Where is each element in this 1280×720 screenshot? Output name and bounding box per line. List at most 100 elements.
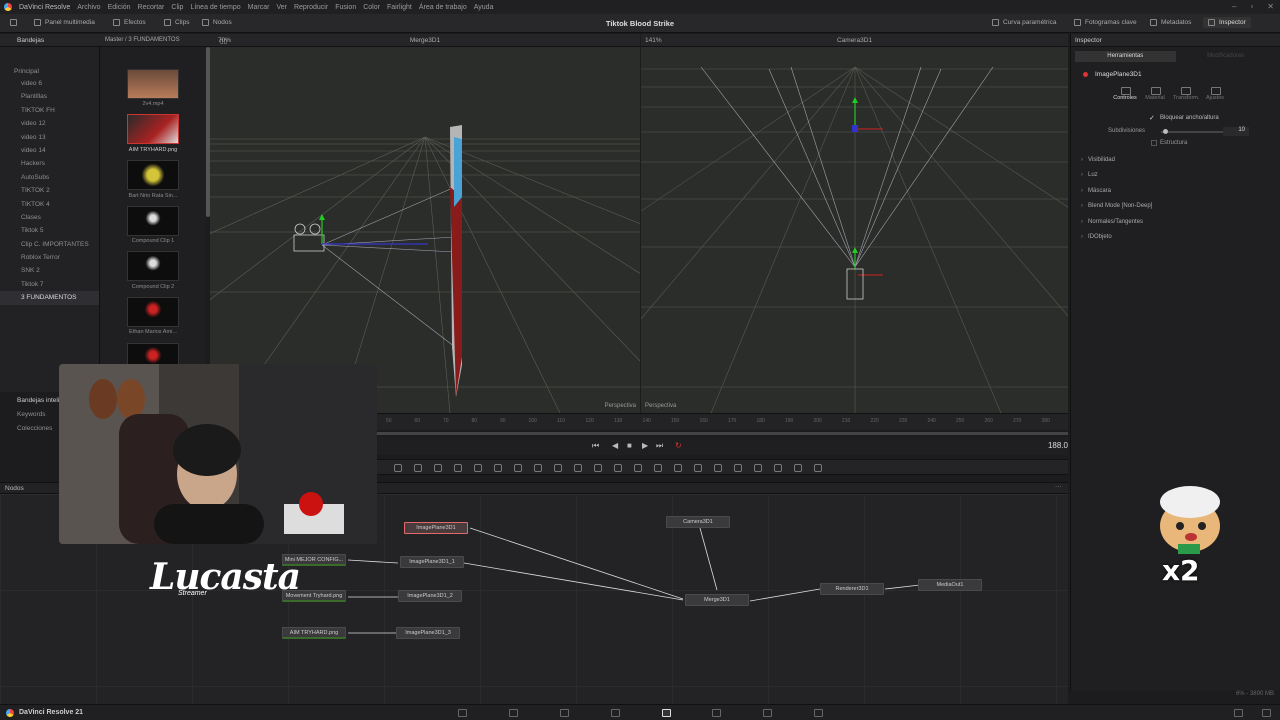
- settings-gear-icon[interactable]: [1262, 709, 1271, 717]
- fusion-tool-icon[interactable]: [594, 464, 602, 472]
- menu-ver[interactable]: Ver: [276, 4, 287, 11]
- minimize-icon[interactable]: –: [1232, 2, 1236, 11]
- curves-button[interactable]: Curva paramétrica: [992, 19, 1056, 26]
- viewer-right[interactable]: Perspectiva: [641, 47, 1068, 413]
- bin-item[interactable]: Clases: [0, 211, 99, 224]
- subdivisions-value[interactable]: 10: [1223, 127, 1249, 136]
- bin-item[interactable]: TIKTOK 4: [0, 198, 99, 211]
- page-fusion-active-icon[interactable]: [662, 709, 671, 717]
- bin-item[interactable]: video 6: [0, 77, 99, 90]
- bin-item[interactable]: Roblox Terror: [0, 251, 99, 264]
- fusion-tool-icon[interactable]: [554, 464, 562, 472]
- fusion-tool-icon[interactable]: [654, 464, 662, 472]
- fusion-tool-icon[interactable]: [474, 464, 482, 472]
- close-icon[interactable]: ✕: [1267, 2, 1274, 11]
- bin-item[interactable]: TIKTOK 2: [0, 184, 99, 197]
- menu-timeline[interactable]: Línea de tiempo: [190, 4, 240, 11]
- fusion-tool-icon[interactable]: [614, 464, 622, 472]
- menu-fairlight[interactable]: Fairlight: [387, 4, 412, 11]
- node-imageplane-1[interactable]: ImagePlane3D1_1: [400, 556, 464, 568]
- fusion-tool-icon[interactable]: [774, 464, 782, 472]
- bin-item[interactable]: Tiktok 7: [0, 278, 99, 291]
- clip-thumb[interactable]: [127, 160, 179, 190]
- tab-modifiers[interactable]: Modificadores: [1176, 51, 1277, 62]
- fusion-tool-icon[interactable]: [814, 464, 822, 472]
- bin-item[interactable]: SNK 2: [0, 264, 99, 277]
- wireframe-checkbox[interactable]: [1151, 140, 1157, 146]
- section-normals[interactable]: Normales/Tangentes: [1081, 219, 1143, 225]
- fusion-tool-icon[interactable]: [694, 464, 702, 472]
- node-camera[interactable]: Camera3D1: [666, 516, 730, 528]
- loop-icon[interactable]: ↻: [675, 441, 682, 450]
- viewer-left[interactable]: Perspectiva: [210, 47, 640, 413]
- clip-thumb[interactable]: [127, 343, 179, 365]
- section-visibility[interactable]: Visibilidad: [1081, 157, 1115, 163]
- page-color-icon[interactable]: [712, 709, 721, 717]
- menu-color[interactable]: Color: [363, 4, 380, 11]
- fusion-tool-icon[interactable]: [574, 464, 582, 472]
- section-object-id[interactable]: IDObjeto: [1081, 234, 1112, 240]
- node-imageplane-2[interactable]: ImagePlane3D1_2: [398, 590, 462, 602]
- smart-bin-item[interactable]: Keywords: [0, 408, 46, 421]
- menu-marcar[interactable]: Marcar: [248, 4, 270, 11]
- fusion-tool-icon[interactable]: [754, 464, 762, 472]
- page-fairlight-icon[interactable]: [763, 709, 772, 717]
- fusion-tool-icon[interactable]: [514, 464, 522, 472]
- subtab-settings[interactable]: Ajustes: [1203, 86, 1227, 101]
- bin-item[interactable]: Tiktok 5: [0, 224, 99, 237]
- fusion-tool-icon[interactable]: [454, 464, 462, 472]
- fusion-tool-icon[interactable]: [534, 464, 542, 472]
- play-icon[interactable]: ▶: [642, 441, 648, 450]
- fusion-tool-icon[interactable]: [414, 464, 422, 472]
- fusion-tool-icon[interactable]: [634, 464, 642, 472]
- fusion-tool-icon[interactable]: [794, 464, 802, 472]
- bin-item[interactable]: TIKTOK FH: [0, 104, 99, 117]
- node-mediaout[interactable]: MediaOut1: [918, 579, 982, 591]
- page-cut-icon[interactable]: [509, 709, 518, 717]
- current-frame[interactable]: 188.0: [1048, 441, 1068, 450]
- bin-item[interactable]: Hackers: [0, 157, 99, 170]
- subtab-transform[interactable]: Transform.: [1173, 86, 1199, 101]
- bin-item[interactable]: video 12: [0, 117, 99, 130]
- bin-item-selected[interactable]: 3 FUNDAMENTOS: [0, 291, 99, 305]
- node-merge[interactable]: Merge3D1: [685, 594, 749, 606]
- maximize-icon[interactable]: ▫: [1250, 2, 1253, 11]
- section-light[interactable]: Luz: [1081, 172, 1098, 178]
- fusion-tool-icon[interactable]: [714, 464, 722, 472]
- clip-thumb[interactable]: [127, 251, 179, 281]
- menu-clip[interactable]: Clip: [171, 4, 183, 11]
- timeline-scrubber[interactable]: [376, 432, 1068, 435]
- menu-reproducir[interactable]: Reproducir: [294, 4, 328, 11]
- bin-item[interactable]: Plantillas: [0, 90, 99, 103]
- home-icon[interactable]: [1234, 709, 1243, 717]
- bin-item[interactable]: AutoSubs: [0, 171, 99, 184]
- clip-thumb[interactable]: [127, 206, 179, 236]
- clip-thumb[interactable]: [127, 114, 179, 144]
- fusion-tool-icon[interactable]: [394, 464, 402, 472]
- subdivisions-slider[interactable]: [1161, 129, 1227, 134]
- lock-checkbox-icon[interactable]: ✓: [1149, 114, 1155, 122]
- menu-recortar[interactable]: Recortar: [138, 4, 165, 11]
- menu-archivo[interactable]: Archivo: [77, 4, 100, 11]
- menu-app[interactable]: DaVinci Resolve: [19, 4, 70, 11]
- fusion-tool-icon[interactable]: [734, 464, 742, 472]
- menu-edicion[interactable]: Edición: [108, 4, 131, 11]
- page-fusion-icon[interactable]: [611, 709, 620, 717]
- subtab-controls[interactable]: Controles: [1113, 86, 1137, 101]
- page-deliver-icon[interactable]: [814, 709, 823, 717]
- bin-item[interactable]: video 14: [0, 144, 99, 157]
- clip-thumb[interactable]: [127, 69, 179, 99]
- menu-workspace[interactable]: Área de trabajo: [419, 4, 467, 11]
- node-imageplane[interactable]: ImagePlane3D1: [404, 522, 468, 534]
- node-renderer[interactable]: Renderer3D1: [820, 583, 884, 595]
- node-imageplane-3[interactable]: ImagePlane3D1_3: [396, 627, 460, 639]
- fusion-tool-icon[interactable]: [434, 464, 442, 472]
- smart-bin-item[interactable]: Colecciones: [0, 422, 52, 435]
- menu-ayuda[interactable]: Ayuda: [474, 4, 494, 11]
- metadata-button[interactable]: Metadatos: [1150, 19, 1191, 26]
- page-edit-icon[interactable]: [560, 709, 569, 717]
- subtab-material[interactable]: Material: [1143, 86, 1167, 101]
- tab-tools[interactable]: Herramientas: [1075, 51, 1176, 62]
- step-back-icon[interactable]: ◀: [612, 441, 618, 450]
- timeline-ruler[interactable]: 50 60 70 80 90 100 110 120 130 140 150 160 170 180 190…: [376, 413, 1078, 430]
